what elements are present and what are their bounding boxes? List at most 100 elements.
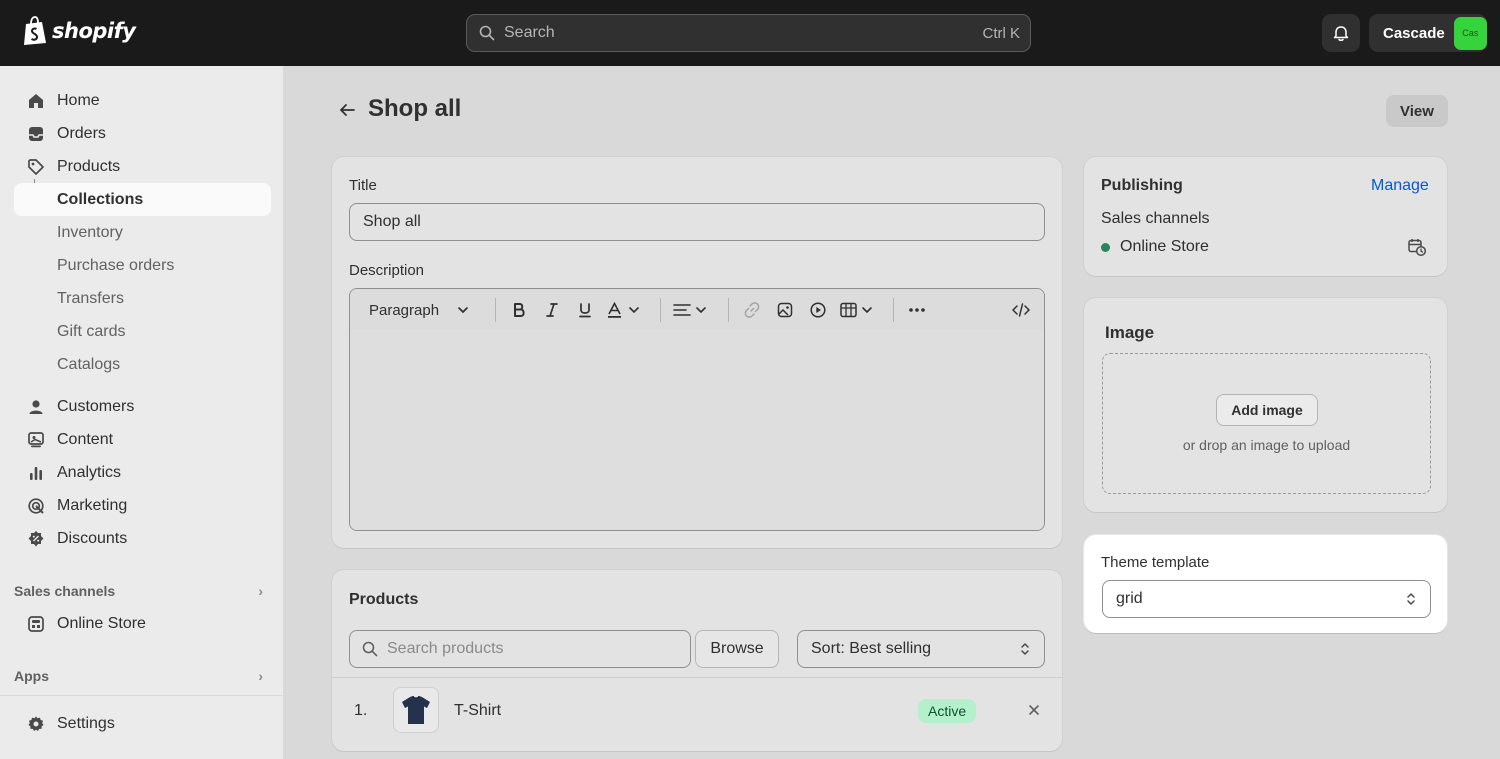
- toolbar-separator: [660, 298, 662, 322]
- sidebar-item-products[interactable]: Products: [14, 150, 271, 183]
- schedule-button[interactable]: [1407, 237, 1429, 259]
- publishing-heading: Publishing: [1101, 177, 1183, 194]
- sidebar-item-inventory[interactable]: Inventory: [14, 216, 271, 249]
- sidebar-item-label: Customers: [57, 397, 135, 415]
- channel-name: Online Store: [1120, 238, 1209, 255]
- align-button[interactable]: [671, 297, 711, 323]
- insert-image-button[interactable]: [772, 297, 798, 323]
- select-caret-icon: [1407, 593, 1415, 605]
- theme-template-select[interactable]: grid: [1102, 580, 1431, 618]
- bold-icon: [514, 303, 525, 317]
- description-editor: Paragraph: [349, 288, 1045, 531]
- tag-icon: [26, 157, 46, 177]
- table-icon: [840, 302, 872, 318]
- sidebar-item-discounts[interactable]: Discounts: [14, 522, 271, 555]
- sidebar-item-label: Marketing: [57, 496, 128, 514]
- sidebar-item-transfers[interactable]: Transfers: [14, 282, 271, 315]
- sidebar-item-marketing[interactable]: Marketing: [14, 489, 271, 522]
- apps-section[interactable]: Apps ›: [14, 668, 271, 684]
- manage-link[interactable]: Manage: [1371, 177, 1429, 195]
- view-button[interactable]: View: [1386, 95, 1448, 127]
- sidebar-item-collections[interactable]: Collections: [14, 183, 271, 216]
- insert-table-button[interactable]: [838, 297, 876, 323]
- sidebar-item-analytics[interactable]: Analytics: [14, 456, 271, 489]
- product-name[interactable]: T-Shirt: [454, 702, 501, 720]
- link-button[interactable]: [739, 297, 765, 323]
- italic-button[interactable]: [539, 297, 565, 323]
- select-caret-icon: [1021, 643, 1029, 655]
- sidebar-item-customers[interactable]: Customers: [14, 390, 271, 423]
- status-badge: Active: [918, 699, 977, 723]
- search-shortcut: Ctrl K: [982, 24, 1021, 42]
- add-image-button[interactable]: Add image: [1216, 394, 1318, 426]
- product-index: 1.: [354, 702, 368, 719]
- sidebar-item-content[interactable]: Content: [14, 423, 271, 456]
- global-search[interactable]: Search Ctrl K: [466, 14, 1031, 52]
- drop-hint: or drop an image to upload: [1182, 437, 1351, 453]
- sidebar-item-orders[interactable]: Orders: [14, 117, 271, 150]
- sales-channels-label: Sales channels: [1101, 210, 1210, 227]
- sidebar-item-label: Home: [57, 91, 100, 109]
- search-icon: [362, 641, 378, 657]
- sidebar-item-label: Gift cards: [57, 322, 126, 340]
- bar-chart-icon: [26, 463, 46, 483]
- page-title: Shop all: [368, 95, 462, 122]
- sidebar-item-label: Analytics: [57, 463, 122, 481]
- target-icon: [26, 496, 46, 516]
- editor-content-area[interactable]: [350, 331, 1044, 530]
- tshirt-icon: [402, 695, 430, 724]
- code-icon: [1012, 303, 1030, 317]
- collection-details-card: Title Shop all Description Paragraph: [332, 157, 1062, 548]
- sidebar-item-purchase-orders[interactable]: Purchase orders: [14, 249, 271, 282]
- sales-channels-section[interactable]: Sales channels ›: [14, 583, 271, 599]
- insert-video-button[interactable]: [805, 297, 831, 323]
- sidebar-item-gift-cards[interactable]: Gift cards: [14, 315, 271, 348]
- sidebar-item-settings[interactable]: Settings: [14, 707, 271, 740]
- block-format-select[interactable]: Paragraph: [369, 302, 469, 319]
- browse-button[interactable]: Browse: [695, 630, 779, 668]
- store-icon: [26, 614, 46, 634]
- align-left-icon: [673, 304, 706, 316]
- back-button[interactable]: [334, 97, 360, 123]
- product-thumbnail: [393, 687, 439, 733]
- image-dropzone[interactable]: Add image or drop an image to upload: [1102, 353, 1431, 494]
- sidebar-item-label: Online Store: [57, 614, 146, 632]
- sidebar-item-catalogs[interactable]: Catalogs: [14, 348, 271, 381]
- title-input[interactable]: Shop all: [349, 203, 1045, 241]
- sidebar-item-online-store[interactable]: Online Store: [14, 607, 271, 640]
- products-heading: Products: [349, 591, 419, 608]
- search-placeholder: Search: [504, 24, 555, 41]
- show-html-button[interactable]: [1008, 297, 1034, 323]
- search-products-input[interactable]: Search products: [349, 630, 691, 668]
- shopify-logo[interactable]: shopify: [22, 16, 136, 46]
- bell-icon: [1333, 26, 1349, 41]
- notifications-button[interactable]: [1322, 14, 1360, 52]
- person-icon: [26, 397, 46, 417]
- store-avatar: Cas: [1453, 16, 1487, 50]
- bold-button[interactable]: [506, 297, 532, 323]
- underline-button[interactable]: [572, 297, 598, 323]
- inbox-icon: [26, 124, 46, 144]
- store-name: Cascade: [1383, 24, 1445, 42]
- arrow-left-icon: [340, 104, 355, 116]
- shopify-bag-icon: [24, 16, 46, 45]
- more-options-button[interactable]: [904, 297, 930, 323]
- sort-select[interactable]: Sort: Best selling: [797, 630, 1045, 668]
- table-row[interactable]: 1. T-Shirt Active: [332, 678, 1063, 751]
- toolbar-separator: [893, 298, 895, 322]
- sidebar-item-label: Transfers: [57, 289, 124, 307]
- sidebar-item-label: Catalogs: [57, 355, 121, 373]
- more-horizontal-icon: [909, 308, 925, 312]
- sidebar-divider: [0, 695, 283, 696]
- image-heading: Image: [1105, 323, 1155, 342]
- sidebar: Home Orders Products Collections Invento…: [0, 66, 283, 759]
- discount-icon: [26, 529, 46, 549]
- remove-product-button[interactable]: [1024, 700, 1044, 720]
- sort-value: Sort: Best selling: [811, 640, 932, 657]
- sidebar-item-home[interactable]: Home: [14, 84, 271, 117]
- chevron-right-icon: ›: [258, 668, 263, 684]
- store-menu-button[interactable]: Cascade Cas: [1369, 14, 1487, 52]
- search-products-placeholder: Search products: [387, 640, 504, 657]
- title-label: Title: [349, 177, 377, 194]
- text-color-button[interactable]: [605, 297, 643, 323]
